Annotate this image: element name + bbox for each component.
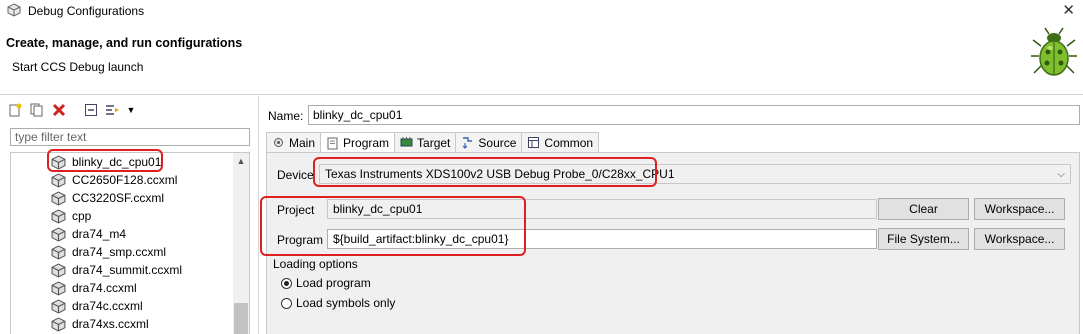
radio-selected-icon (281, 277, 292, 289)
list-item[interactable]: cpp (51, 207, 91, 225)
config-icon (51, 316, 66, 332)
source-icon (462, 137, 473, 149)
tab-program[interactable]: Program (320, 132, 396, 153)
program-value: ${build_artifact:blinky_dc_cpu01} (333, 232, 509, 246)
chevron-down-icon[interactable]: ▼ (126, 101, 136, 119)
debug-config-icon (7, 3, 21, 20)
workspace-button[interactable]: Workspace... (974, 198, 1065, 220)
tab-common[interactable]: Common (521, 132, 600, 152)
program-tab-content: Device Texas Instruments XDS100v2 USB De… (266, 152, 1080, 334)
config-editor-panel: Name: Main Program Target Source Common … (260, 96, 1083, 334)
config-icon (51, 280, 66, 296)
config-icon (51, 226, 66, 242)
config-icon (51, 298, 66, 314)
config-tree: blinky_dc_cpu01 CC2650F128.ccxml CC3220S… (10, 152, 250, 334)
file-system-button[interactable]: File System... (878, 228, 969, 250)
header-subtitle: Start CCS Debug launch (12, 60, 144, 74)
list-item-label: cpp (72, 209, 92, 223)
project-label: Project (277, 203, 315, 217)
filter-icon[interactable] (104, 101, 122, 119)
tree-scrollbar[interactable]: ▲ (233, 153, 249, 334)
list-item[interactable]: dra74_m4 (51, 225, 126, 243)
list-item-label: dra74xs.ccxml (72, 317, 149, 331)
config-icon (51, 190, 66, 206)
config-icon (51, 154, 66, 170)
collapse-all-icon[interactable] (82, 101, 100, 119)
load-program-label: Load program (296, 276, 371, 290)
scroll-thumb[interactable] (234, 303, 248, 334)
list-item-label: dra74.ccxml (72, 281, 137, 295)
list-item-label: CC2650F128.ccxml (72, 173, 178, 187)
list-item[interactable]: dra74_summit.ccxml (51, 261, 182, 279)
load-symbols-radio[interactable]: Load symbols only (281, 296, 395, 310)
delete-icon[interactable] (50, 101, 68, 119)
list-item-label: dra74_summit.ccxml (72, 263, 183, 277)
tab-common-label: Common (544, 135, 594, 150)
list-item[interactable]: CC2650F128.ccxml (51, 171, 177, 189)
project-value: blinky_dc_cpu01 (333, 202, 423, 216)
list-item-label: CC3220SF.ccxml (72, 191, 165, 205)
tab-main-label: Main (289, 135, 316, 150)
config-icon (51, 244, 66, 260)
tab-program-label: Program (343, 136, 390, 150)
filter-input[interactable] (10, 128, 250, 146)
list-item-label: dra74_smp.ccxml (72, 245, 167, 259)
list-item[interactable]: CC3220SF.ccxml (51, 189, 164, 207)
name-field[interactable] (308, 105, 1080, 125)
bug-icon (1031, 26, 1077, 81)
header-title: Create, manage, and run configurations (6, 36, 243, 50)
tab-source-label: Source (478, 135, 517, 150)
list-item[interactable]: dra74.ccxml (51, 279, 137, 297)
tab-bar: Main Program Target Source Common (266, 132, 600, 153)
list-item-label: dra74c.ccxml (72, 299, 143, 313)
program-field[interactable]: ${build_artifact:blinky_dc_cpu01} (327, 229, 877, 249)
program-label: Program (277, 233, 324, 247)
clear-button[interactable]: Clear (878, 198, 969, 220)
duplicate-icon[interactable] (28, 101, 46, 119)
window-title: Debug Configurations (28, 4, 145, 18)
list-item[interactable]: blinky_dc_cpu01 (51, 153, 161, 171)
chevron-down-icon: ⌵ (1057, 168, 1065, 180)
config-icon (51, 262, 66, 278)
tab-main[interactable]: Main (266, 132, 322, 152)
load-symbols-label: Load symbols only (296, 296, 396, 310)
loading-options-label: Loading options (273, 257, 358, 271)
header-separator (0, 94, 1083, 95)
document-icon (327, 137, 338, 149)
list-item[interactable]: dra74_smp.ccxml (51, 243, 166, 261)
gear-icon (274, 138, 283, 147)
dialog-header: Create, manage, and run configurations S… (0, 22, 1083, 94)
name-label: Name: (268, 109, 304, 123)
workspace-button-2[interactable]: Workspace... (974, 228, 1065, 250)
chevron-up-icon[interactable]: ▲ (233, 153, 249, 169)
radio-unselected-icon (281, 297, 292, 309)
title-bar: Debug Configurations ✕ (0, 0, 1083, 22)
list-item-label: dra74_m4 (72, 227, 127, 241)
config-list-panel: ▼ blinky_dc_cpu01 CC2650F128.ccxml CC322… (0, 96, 259, 334)
config-icon (51, 172, 66, 188)
config-toolbar: ▼ (6, 100, 136, 120)
chip-icon (400, 137, 413, 147)
config-icon (51, 208, 66, 224)
device-label: Device (277, 168, 314, 182)
list-item[interactable]: dra74c.ccxml (51, 297, 143, 315)
tab-target[interactable]: Target (394, 132, 457, 152)
device-select[interactable]: Texas Instruments XDS100v2 USB Debug Pro… (319, 164, 1071, 184)
device-value: Texas Instruments XDS100v2 USB Debug Pro… (325, 167, 675, 181)
tab-source[interactable]: Source (455, 132, 523, 152)
load-program-radio[interactable]: Load program (281, 276, 371, 290)
new-config-icon[interactable] (6, 101, 24, 119)
project-field: blinky_dc_cpu01 (327, 199, 877, 219)
list-item[interactable]: dra74xs.ccxml (51, 315, 149, 333)
tab-target-label: Target (417, 135, 451, 150)
close-icon[interactable]: ✕ (1062, 1, 1075, 19)
common-icon (528, 137, 540, 148)
list-item-label: blinky_dc_cpu01 (72, 155, 162, 169)
